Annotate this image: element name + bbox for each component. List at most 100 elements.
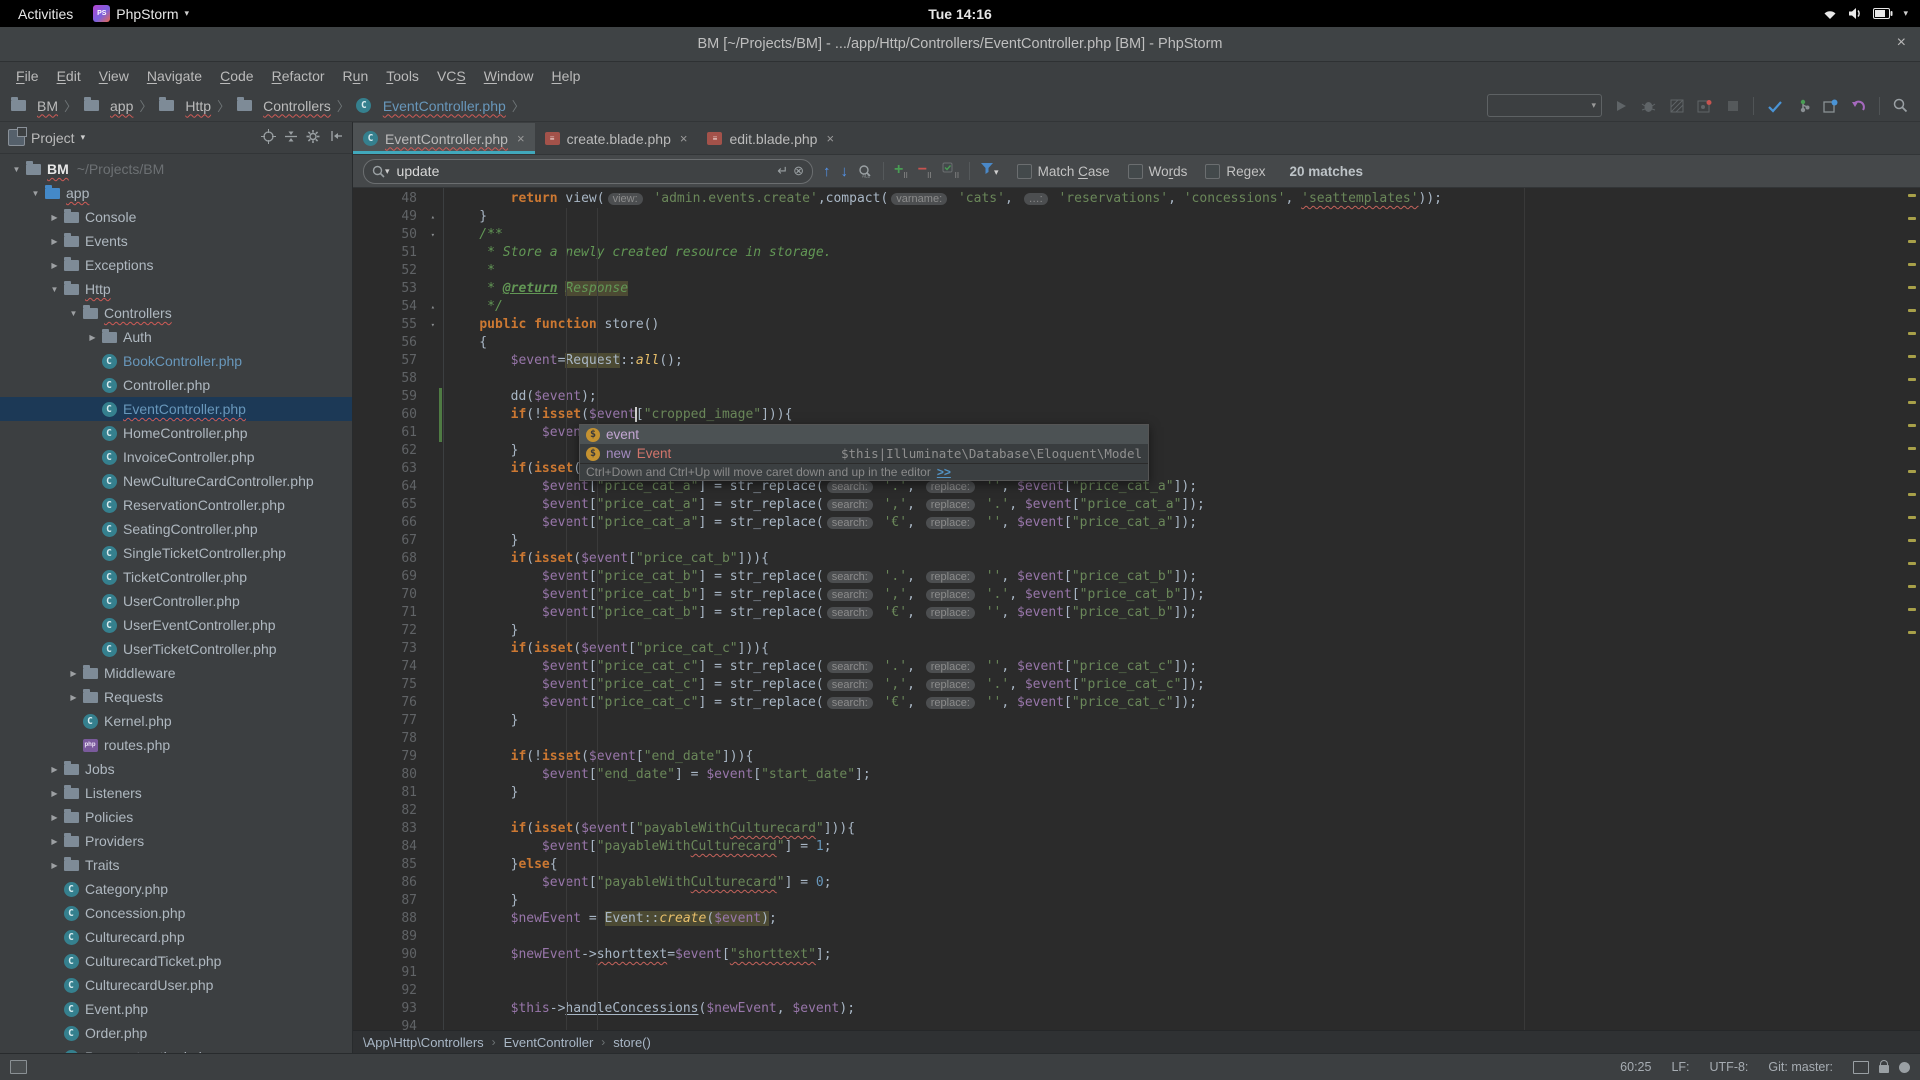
next-occurrence-button[interactable]: ↓ <box>841 163 849 180</box>
inspections-icon[interactable] <box>1899 1062 1910 1073</box>
bottom-breadcrumb-item[interactable]: EventController <box>504 1035 594 1050</box>
tree-item-NewCultureCardController-php[interactable]: CNewCultureCardController.php <box>0 469 352 493</box>
tree-item-Kernel-php[interactable]: CKernel.php <box>0 709 352 733</box>
tree-collapse-arrow-icon[interactable]: ▶ <box>65 693 82 702</box>
tree-item-TicketController-php[interactable]: CTicketController.php <box>0 565 352 589</box>
shelve-changes-button[interactable] <box>1821 96 1840 115</box>
vcs-branch-button[interactable] <box>1793 96 1812 115</box>
tree-item-InvoiceController-php[interactable]: CInvoiceController.php <box>0 445 352 469</box>
tree-item-Category-php[interactable]: CCategory.php <box>0 877 352 901</box>
code-line-51[interactable]: * Store a newly created resource in stor… <box>448 244 1920 262</box>
search-match-stripe-mark[interactable] <box>1908 355 1916 358</box>
search-match-stripe-mark[interactable] <box>1908 378 1916 381</box>
code-line-74[interactable]: $event["price_cat_c"] = str_replace(sear… <box>448 658 1920 676</box>
tree-item-Console[interactable]: ▶Console <box>0 205 352 229</box>
code-line-72[interactable]: } <box>448 622 1920 640</box>
tree-item-Jobs[interactable]: ▶Jobs <box>0 757 352 781</box>
code-line-81[interactable]: } <box>448 784 1920 802</box>
tree-item-app[interactable]: ▼app <box>0 181 352 205</box>
tree-item-Auth[interactable]: ▶Auth <box>0 325 352 349</box>
search-match-stripe-mark[interactable] <box>1908 217 1916 220</box>
encoding-indicator[interactable]: UTF-8: <box>1710 1060 1749 1074</box>
locate-file-button[interactable] <box>261 129 276 147</box>
tab-EventController-php[interactable]: CEventController.php× <box>353 123 535 154</box>
hide-panel-button[interactable] <box>330 129 344 146</box>
menu-refactor[interactable]: Refactor <box>264 65 333 87</box>
run-configuration-select[interactable]: ▾ <box>1487 94 1602 117</box>
tree-expand-arrow-icon[interactable]: ▼ <box>8 165 25 174</box>
menu-help[interactable]: Help <box>544 65 589 87</box>
tree-collapse-arrow-icon[interactable]: ▶ <box>46 213 63 222</box>
code-line-93[interactable]: $this->handleConcessions($newEvent, $eve… <box>448 1000 1920 1018</box>
system-tray[interactable]: ▾ <box>1822 7 1920 20</box>
tree-item-BM[interactable]: ▼BM~/Projects/BM <box>0 157 352 181</box>
tree-item-Traits[interactable]: ▶Traits <box>0 853 352 877</box>
filter-button[interactable]: ▾ <box>980 162 999 180</box>
tree-item-Culturecard-php[interactable]: CCulturecard.php <box>0 925 352 949</box>
code-line-77[interactable]: } <box>448 712 1920 730</box>
search-match-stripe-mark[interactable] <box>1908 286 1916 289</box>
code-line-50[interactable]: /** <box>448 226 1920 244</box>
tab-close-icon[interactable]: × <box>680 131 688 146</box>
tree-collapse-arrow-icon[interactable]: ▶ <box>46 237 63 246</box>
search-match-stripe-mark[interactable] <box>1908 562 1916 565</box>
tree-item-Listeners[interactable]: ▶Listeners <box>0 781 352 805</box>
tree-collapse-arrow-icon[interactable]: ▶ <box>46 837 63 846</box>
tree-item-routes-php[interactable]: phproutes.php <box>0 733 352 757</box>
tree-item-UserEventController-php[interactable]: CUserEventController.php <box>0 613 352 637</box>
tree-item-ReservationController-php[interactable]: CReservationController.php <box>0 493 352 517</box>
code-line-94[interactable] <box>448 1018 1920 1030</box>
breadcrumb-item-app[interactable]: app <box>83 98 133 114</box>
words-checkbox[interactable]: Words <box>1128 164 1188 179</box>
code-line-58[interactable] <box>448 370 1920 388</box>
tree-item-Exceptions[interactable]: ▶Exceptions <box>0 253 352 277</box>
tree-item-Middleware[interactable]: ▶Middleware <box>0 661 352 685</box>
code-line-68[interactable]: if(isset($event["price_cat_b"])){ <box>448 550 1920 568</box>
menu-vcs[interactable]: VCS <box>429 65 474 87</box>
search-match-stripe-mark[interactable] <box>1908 332 1916 335</box>
search-match-stripe-mark[interactable] <box>1908 470 1916 473</box>
previous-occurrence-button[interactable]: ↑ <box>823 163 831 180</box>
tree-item-Controllers[interactable]: ▼Controllers <box>0 301 352 325</box>
search-input[interactable] <box>395 162 773 180</box>
menu-run[interactable]: Run <box>335 65 377 87</box>
code-line-87[interactable]: } <box>448 892 1920 910</box>
search-match-stripe-mark[interactable] <box>1908 424 1916 427</box>
breadcrumb-item-eventcontroller-php[interactable]: CEventController.php <box>356 98 506 114</box>
completion-item[interactable]: $newEvent$this|Illuminate\Database\Eloqu… <box>580 444 1148 463</box>
code-line-75[interactable]: $event["price_cat_c"] = str_replace(sear… <box>448 676 1920 694</box>
tree-item-Requests[interactable]: ▶Requests <box>0 685 352 709</box>
tab-close-icon[interactable]: × <box>826 131 834 146</box>
code-line-90[interactable]: $newEvent->shorttext=$event["shorttext"]… <box>448 946 1920 964</box>
tree-expand-arrow-icon[interactable]: ▼ <box>27 189 44 198</box>
toolwindow-toggle-icon[interactable] <box>10 1060 27 1074</box>
bottom-breadcrumb-item[interactable]: store() <box>613 1035 651 1050</box>
search-match-stripe-mark[interactable] <box>1908 585 1916 588</box>
code-line-52[interactable]: * <box>448 262 1920 280</box>
update-project-button[interactable] <box>1765 96 1784 115</box>
tree-item-UserController-php[interactable]: CUserController.php <box>0 589 352 613</box>
code-line-86[interactable]: $event["payableWithCulturecard"] = 0; <box>448 874 1920 892</box>
clock[interactable]: Tue 14:16 <box>928 6 992 22</box>
bottom-breadcrumb-item[interactable]: \App\Http\Controllers <box>363 1035 484 1050</box>
tree-collapse-arrow-icon[interactable]: ▶ <box>84 333 101 342</box>
activities-button[interactable]: Activities <box>12 4 79 24</box>
code-line-57[interactable]: $event=Request::all(); <box>448 352 1920 370</box>
code-line-84[interactable]: $event["payableWithCulturecard"] = 1; <box>448 838 1920 856</box>
code-editor[interactable]: 4849▴50▾51525354▴55▾56575859606162636465… <box>353 188 1920 1030</box>
git-branch-indicator[interactable]: Git: master: <box>1768 1060 1833 1074</box>
code-line-55[interactable]: public function store() <box>448 316 1920 334</box>
tree-item-SeatingController-php[interactable]: CSeatingController.php <box>0 517 352 541</box>
find-all-button[interactable]: ALL <box>858 164 873 178</box>
regex-checkbox[interactable]: Regex <box>1205 164 1265 179</box>
search-match-stripe-mark[interactable] <box>1908 447 1916 450</box>
tree-item-Policies[interactable]: ▶Policies <box>0 805 352 829</box>
app-menu[interactable]: PS PhpStorm ▾ <box>93 5 189 22</box>
tree-item-CulturecardTicket-php[interactable]: CCulturecardTicket.php <box>0 949 352 973</box>
code-line-69[interactable]: $event["price_cat_b"] = str_replace(sear… <box>448 568 1920 586</box>
fold-down-icon[interactable]: ▾ <box>431 226 435 244</box>
newline-icon[interactable]: ↵ <box>777 163 788 179</box>
tree-item-Events[interactable]: ▶Events <box>0 229 352 253</box>
profiler-button[interactable] <box>1695 96 1714 115</box>
fold-down-icon[interactable]: ▾ <box>431 316 435 334</box>
